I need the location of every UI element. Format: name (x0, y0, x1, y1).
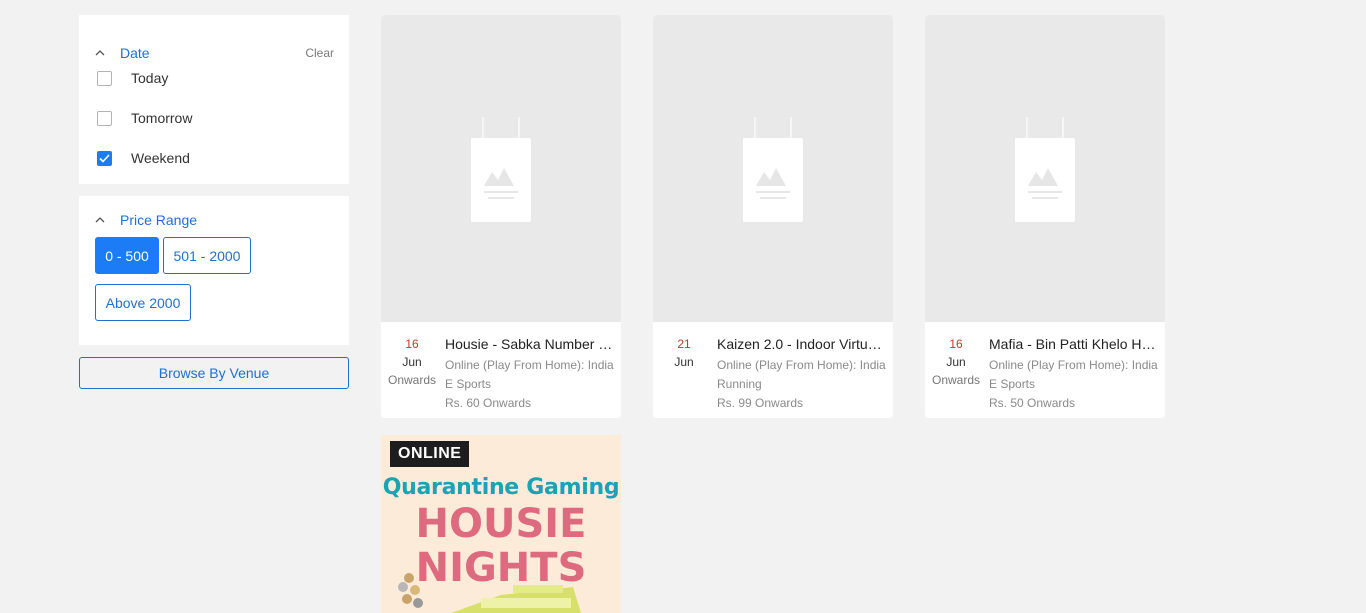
date-option-today[interactable]: Today (97, 70, 168, 86)
event-thumbnail-placeholder (653, 15, 893, 322)
event-title[interactable]: Mafia - Bin Patti Khelo Hu… (989, 335, 1159, 353)
online-badge: ONLINE (390, 441, 470, 467)
event-info: 16 Jun Onwards Housie - Sabka Number … O… (381, 328, 621, 418)
event-poster-card[interactable]: ONLINE Quarantine Gaming HOUSIE NIGHTS (381, 435, 621, 613)
chevron-up-icon (95, 217, 105, 223)
price-option-501-2000[interactable]: 501 - 2000 (163, 237, 251, 274)
date-option-label: Tomorrow (131, 110, 193, 126)
event-price: Rs. 99 Onwards (717, 396, 804, 410)
event-day: 21 (677, 337, 691, 351)
price-filter-panel: Price Range 0 - 500 501 - 2000 Above 200… (79, 196, 349, 345)
date-option-label: Weekend (131, 150, 190, 166)
poster-headline-line1: HOUSIE (415, 501, 587, 547)
event-date: 21 Jun (653, 335, 715, 371)
event-info: 16 Jun Onwards Mafia - Bin Patti Khelo H… (925, 328, 1165, 418)
event-date: 16 Jun Onwards (925, 335, 987, 389)
event-card[interactable]: 16 Jun Onwards Mafia - Bin Patti Khelo H… (925, 15, 1165, 418)
image-placeholder-icon (743, 116, 803, 222)
price-filter-header[interactable]: Price Range (94, 212, 334, 228)
price-option-above-2000[interactable]: Above 2000 (95, 284, 191, 321)
event-info: 21 Jun Kaizen 2.0 - Indoor Virtua… Onlin… (653, 328, 893, 418)
event-venue: Online (Play From Home): India (989, 358, 1158, 372)
event-date: 16 Jun Onwards (381, 335, 443, 389)
event-thumbnail-placeholder (925, 15, 1165, 322)
event-category: E Sports (989, 377, 1036, 391)
chevron-up-icon (95, 50, 105, 56)
event-card[interactable]: 21 Jun Kaizen 2.0 - Indoor Virtua… Onlin… (653, 15, 893, 418)
event-month: Jun (674, 355, 694, 369)
event-venue: Online (Play From Home): India (445, 358, 614, 372)
poster-subtitle: Quarantine Gaming (382, 475, 620, 500)
event-price: Rs. 60 Onwards (445, 396, 532, 410)
event-category: Running (717, 377, 762, 391)
date-filter-header[interactable]: Date Clear (94, 45, 334, 61)
clear-date-link[interactable]: Clear (305, 46, 334, 60)
checkbox[interactable] (97, 110, 112, 126)
event-month: Jun (946, 355, 966, 369)
date-option-weekend[interactable]: Weekend (97, 150, 190, 166)
event-title[interactable]: Kaizen 2.0 - Indoor Virtua… (717, 335, 887, 353)
checkbox[interactable] (97, 70, 112, 86)
date-filter-panel: Date Clear Today Tomorrow Weekend (79, 15, 349, 184)
event-title[interactable]: Housie - Sabka Number … (445, 335, 615, 353)
price-option-0-500[interactable]: 0 - 500 (95, 237, 159, 274)
browse-by-venue-button[interactable]: Browse By Venue (79, 357, 349, 389)
date-option-tomorrow[interactable]: Tomorrow (97, 110, 192, 126)
date-filter-title: Date (120, 45, 150, 61)
event-onwards: Onwards (931, 373, 981, 387)
checkbox-checked[interactable] (97, 150, 112, 166)
price-filter-title: Price Range (120, 212, 198, 228)
event-price: Rs. 50 Onwards (989, 396, 1076, 410)
image-placeholder-icon (471, 116, 531, 222)
event-category: E Sports (445, 377, 492, 391)
poster-headline-line2: NIGHTS (415, 545, 587, 591)
date-option-label: Today (131, 70, 169, 86)
image-placeholder-icon (1015, 116, 1075, 222)
event-month: Jun (402, 355, 422, 369)
event-thumbnail-placeholder (381, 15, 621, 322)
event-onwards: Onwards (387, 373, 437, 387)
event-day: 16 (405, 337, 419, 351)
event-day: 16 (949, 337, 963, 351)
event-card[interactable]: 16 Jun Onwards Housie - Sabka Number … O… (381, 15, 621, 418)
event-venue: Online (Play From Home): India (717, 358, 886, 372)
checkmark-icon (99, 153, 110, 163)
